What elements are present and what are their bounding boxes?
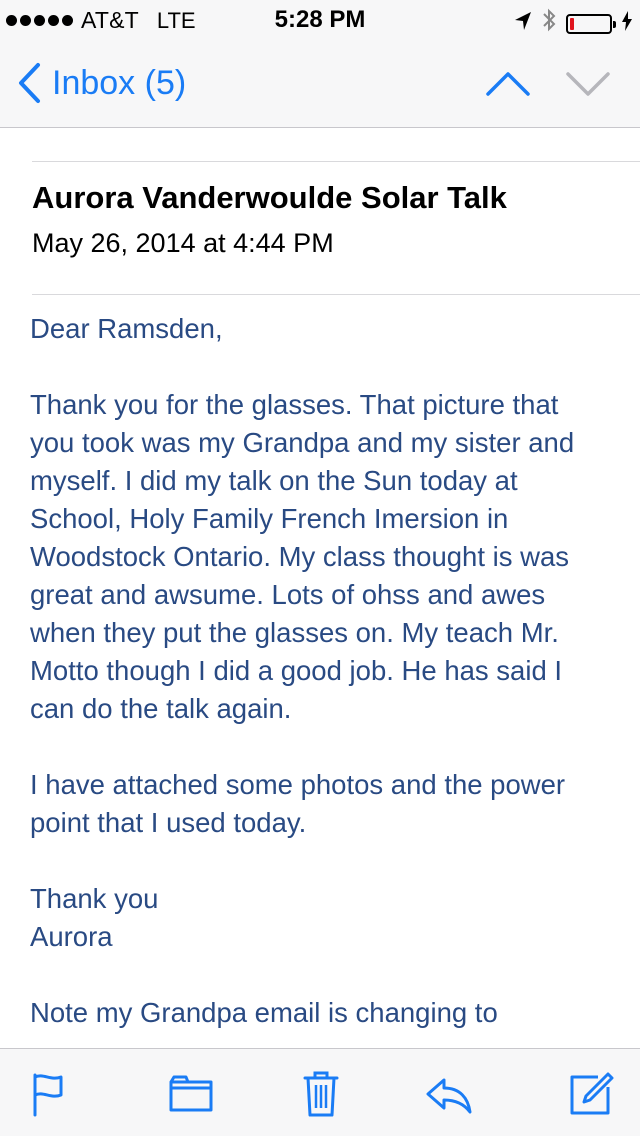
- status-right: [514, 8, 632, 39]
- battery-icon: [566, 13, 616, 34]
- trash-icon: [303, 1071, 339, 1117]
- reply-button[interactable]: [424, 1069, 474, 1119]
- back-button-label: Inbox (5): [52, 63, 187, 102]
- status-bar: AT&T LTE 5:28 PM: [0, 0, 640, 40]
- email-note: Note my Grandpa email is changing to: [30, 997, 498, 1028]
- compose-icon: [570, 1072, 614, 1115]
- flag-icon: [33, 1073, 63, 1117]
- navigation-bar: Inbox (5): [0, 40, 640, 128]
- email-body: Dear Ramsden, Thank you for the glasses.…: [30, 310, 610, 1050]
- chevron-down-icon: [566, 72, 610, 96]
- back-to-inbox-button[interactable]: Inbox (5): [16, 62, 186, 104]
- reply-icon: [426, 1078, 472, 1114]
- email-sender[interactable]: Aurora Vanderwoulde Solar Talk: [32, 180, 622, 216]
- top-bar: AT&T LTE 5:28 PM Inbox (5): [0, 0, 640, 128]
- email-greeting: Dear Ramsden,: [30, 313, 223, 344]
- delete-button[interactable]: [296, 1069, 346, 1119]
- compose-button[interactable]: [566, 1069, 616, 1119]
- flag-button[interactable]: [22, 1069, 72, 1119]
- mail-screen: AT&T LTE 5:28 PM Inbox (5) Aurora Vander…: [0, 0, 640, 1136]
- move-to-folder-button[interactable]: [166, 1069, 216, 1119]
- previous-message-button[interactable]: [484, 62, 532, 106]
- bottom-toolbar: [0, 1048, 640, 1136]
- next-message-button[interactable]: [564, 62, 612, 106]
- chevron-left-icon: [19, 63, 40, 103]
- email-datetime: May 26, 2014 at 4:44 PM: [32, 228, 334, 258]
- chevron-up-icon: [486, 72, 530, 96]
- header-divider-bottom: [32, 294, 640, 295]
- location-icon: [514, 10, 532, 38]
- email-signoff: Thank you Aurora: [30, 883, 159, 952]
- charging-icon: [622, 10, 632, 38]
- bluetooth-icon: [542, 8, 556, 39]
- folder-icon: [169, 1075, 213, 1112]
- email-paragraph-2: I have attached some photos and the powe…: [30, 769, 566, 838]
- email-paragraph-1: Thank you for the glasses. That picture …: [30, 389, 575, 724]
- header-divider-top: [32, 161, 640, 162]
